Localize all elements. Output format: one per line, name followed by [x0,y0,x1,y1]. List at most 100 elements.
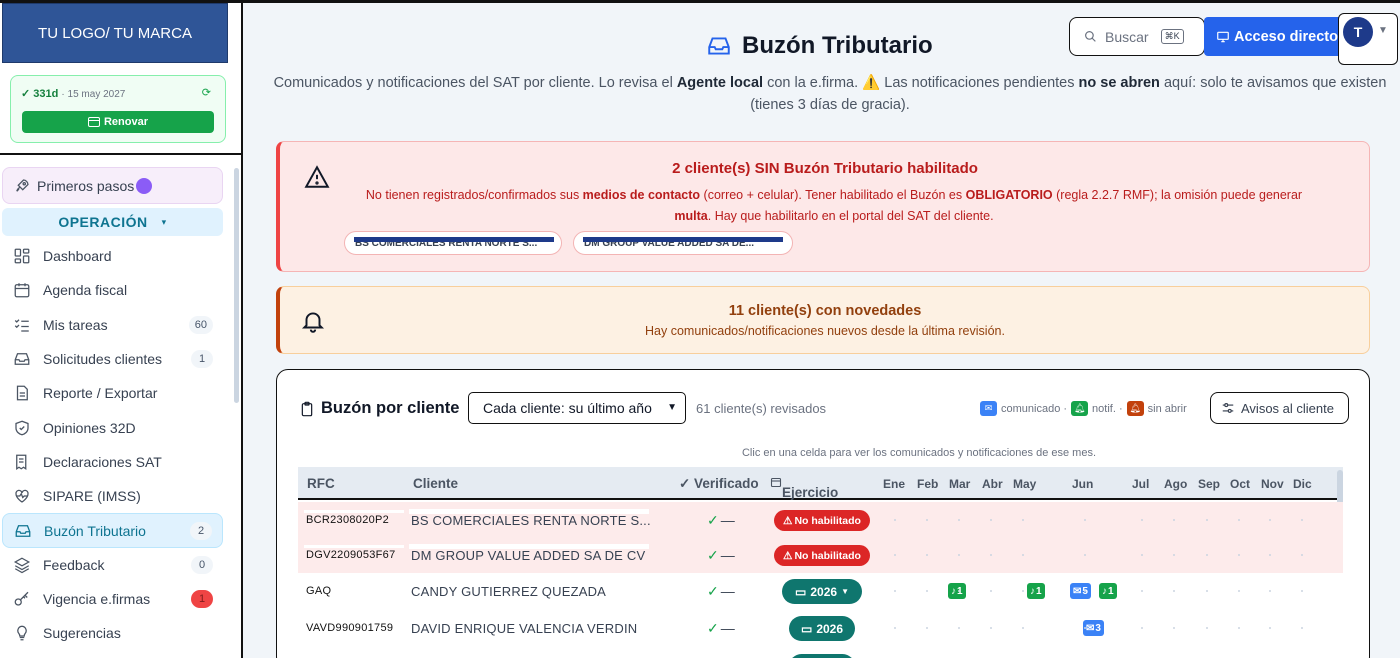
notification-cell[interactable]: ♪1 [1099,583,1117,599]
alert-text: No tienen registrados/confirmados sus me… [350,185,1318,227]
dashboard-icon [12,246,32,266]
empty-month-dot [1269,519,1271,521]
sidebar-item-label: Mis tareas [43,316,108,333]
count-badge: 0 [191,555,213,574]
table-header: RFC Cliente ✓ Verificado Ejercicio Ene F… [298,467,1343,500]
first-steps-label: Primeros pasos [37,177,135,194]
sidebar-item-tasks[interactable]: Mis tareas 60 [2,308,223,342]
sidebar-item-label: Opiniones 32D [43,419,136,436]
empty-month-dot [990,519,992,521]
period-select-value: Cada cliente: su último año [483,400,652,416]
notification-cell[interactable]: ♪1 [948,583,966,599]
direct-access-button[interactable]: Acceso directo [1204,17,1344,56]
empty-month-dot [1206,590,1208,592]
sidebar-item-label: Buzón Tributario [44,522,146,539]
year-badge[interactable] [789,654,855,658]
table-row[interactable]: BCR2308020P2 BS COMERCIALES RENTA NORTE … [298,502,1343,538]
notification-cell[interactable]: ♪1 [1027,583,1045,599]
empty-month-dot [1022,627,1024,629]
year-badge[interactable]: ▭ 2026 [789,616,855,641]
sliders-icon [1222,403,1234,413]
refresh-icon[interactable]: ⟳ [202,86,211,99]
client-chip[interactable]: DM GROUP VALUE ADDED SA DE... [573,231,793,255]
status-badge[interactable]: ⚠︎ No habilitado [774,510,870,531]
redaction-bar [409,580,649,585]
period-select[interactable]: Cada cliente: su último año ▼ [468,392,686,424]
inbox-icon [12,349,32,369]
renew-button[interactable]: Renovar [22,111,214,133]
empty-month-dot [1022,519,1024,521]
legend-label: comunicado · [1001,402,1068,415]
table-row[interactable]: VAVD990901759 DAVID ENRIQUE VALENCIA VER… [298,610,1343,646]
sidebar-item-sipare[interactable]: SIPARE (IMSS) [2,479,223,513]
sidebar-item-label: Solicitudes clientes [43,351,163,368]
alert-text-bold: multa [674,209,708,223]
table-row[interactable] [298,648,1343,658]
sidebar-item-report[interactable]: Reporte / Exportar [2,376,223,410]
empty-month-dot [1269,590,1271,592]
sidebar-item-opinions[interactable]: Opiniones 32D [2,410,223,444]
month-header: Jun [1072,477,1094,491]
search-icon [1085,31,1096,42]
sidebar-nav: Dashboard Agenda fiscal Mis tareas 60 So… [2,239,223,651]
communication-cell[interactable]: ✉5 [1070,583,1091,599]
page-subtitle: Comunicados y notificaciones del SAT por… [270,72,1390,116]
progress-dot [136,177,153,194]
column-header-rfc[interactable]: RFC [307,476,335,491]
empty-month-dot [1084,554,1086,556]
check-icon: ✓ [707,547,719,563]
column-header-year[interactable]: Ejercicio [770,476,838,500]
year-label: 2026 [810,584,838,599]
alert-updates: 11 cliente(s) con novedades Hay comunica… [276,286,1370,354]
revised-count: 61 cliente(s) revisados [696,401,827,416]
empty-month-dot [1238,590,1240,592]
month-header: Nov [1261,477,1284,491]
brand-logo[interactable]: TU LOGO/ TU MARCA [2,3,228,63]
section-operacion[interactable]: OPERACIÓN ▾ [2,208,223,236]
sidebar-item-declarations[interactable]: Declaraciones SAT [2,445,223,479]
rocket-icon [16,178,29,192]
empty-month-dot [926,590,928,592]
communication-cell[interactable]: ✉ 3 [1083,620,1104,636]
month-header: Dic [1293,477,1312,491]
sidebar-item-suggestions[interactable]: Sugerencias [2,616,223,650]
cell-verified: ✓ — [707,620,735,637]
status-badge-label: No habilitado [794,549,861,562]
calendar-icon [770,477,782,488]
sidebar-item-requests[interactable]: Solicitudes clientes 1 [2,342,223,376]
sidebar-item-first-steps[interactable]: Primeros pasos [2,167,223,204]
card-title-text: Buzón por cliente [321,399,460,417]
empty-month-dot [926,519,928,521]
sidebar-item-dashboard[interactable]: Dashboard [2,239,223,273]
column-header-client[interactable]: Cliente [413,476,458,491]
subtitle-bold: no se abren [1078,75,1160,91]
empty-month-dot [926,554,928,556]
empty-month-dot [1301,627,1303,629]
table-row[interactable]: DGV2209053F67 DM GROUP VALUE ADDED SA DE… [298,537,1343,573]
cell-dash: — [720,512,735,528]
year-select[interactable]: ▭ 2026 ▼ [782,579,862,604]
sidebar-item-buzon[interactable]: Buzón Tributario 2 [2,513,223,548]
avatar[interactable]: T [1343,17,1373,47]
empty-month-dot [1173,519,1175,521]
sidebar-item-efirmas[interactable]: Vigencia e.firmas 1 [2,582,223,616]
tasks-icon [12,315,32,335]
redaction-bar [409,544,649,549]
sidebar-scrollbar[interactable] [234,168,239,403]
sidebar-item-feedback[interactable]: Feedback 0 [2,548,223,582]
column-header-verified[interactable]: ✓ Verificado [679,476,759,492]
empty-month-dot [1269,554,1271,556]
table-row[interactable]: GAQ CANDY GUTIERREZ QUEZADA ✓— ▭2026▼ ♪1… [298,573,1343,609]
direct-access-label: Acceso directo [1234,28,1338,45]
empty-month-dot [958,627,960,629]
cell-client: DAVID ENRIQUE VALENCIA VERDIN [411,621,638,636]
client-notices-button[interactable]: Avisos al cliente [1210,392,1349,424]
search-button[interactable]: Buscar ⌘K [1069,17,1205,56]
sidebar-item-agenda[interactable]: Agenda fiscal [2,273,223,307]
chevron-down-icon[interactable]: ▼ [1378,25,1388,36]
cell-count: 1 [1108,585,1114,597]
client-chip[interactable]: BS COMERCIALES RENTA NORTE S... [344,231,562,255]
cell-dash: — [720,547,735,563]
alert-text-part: No tienen registrados/confirmados sus [365,188,583,202]
status-badge[interactable]: ⚠︎ No habilitado [774,545,870,566]
